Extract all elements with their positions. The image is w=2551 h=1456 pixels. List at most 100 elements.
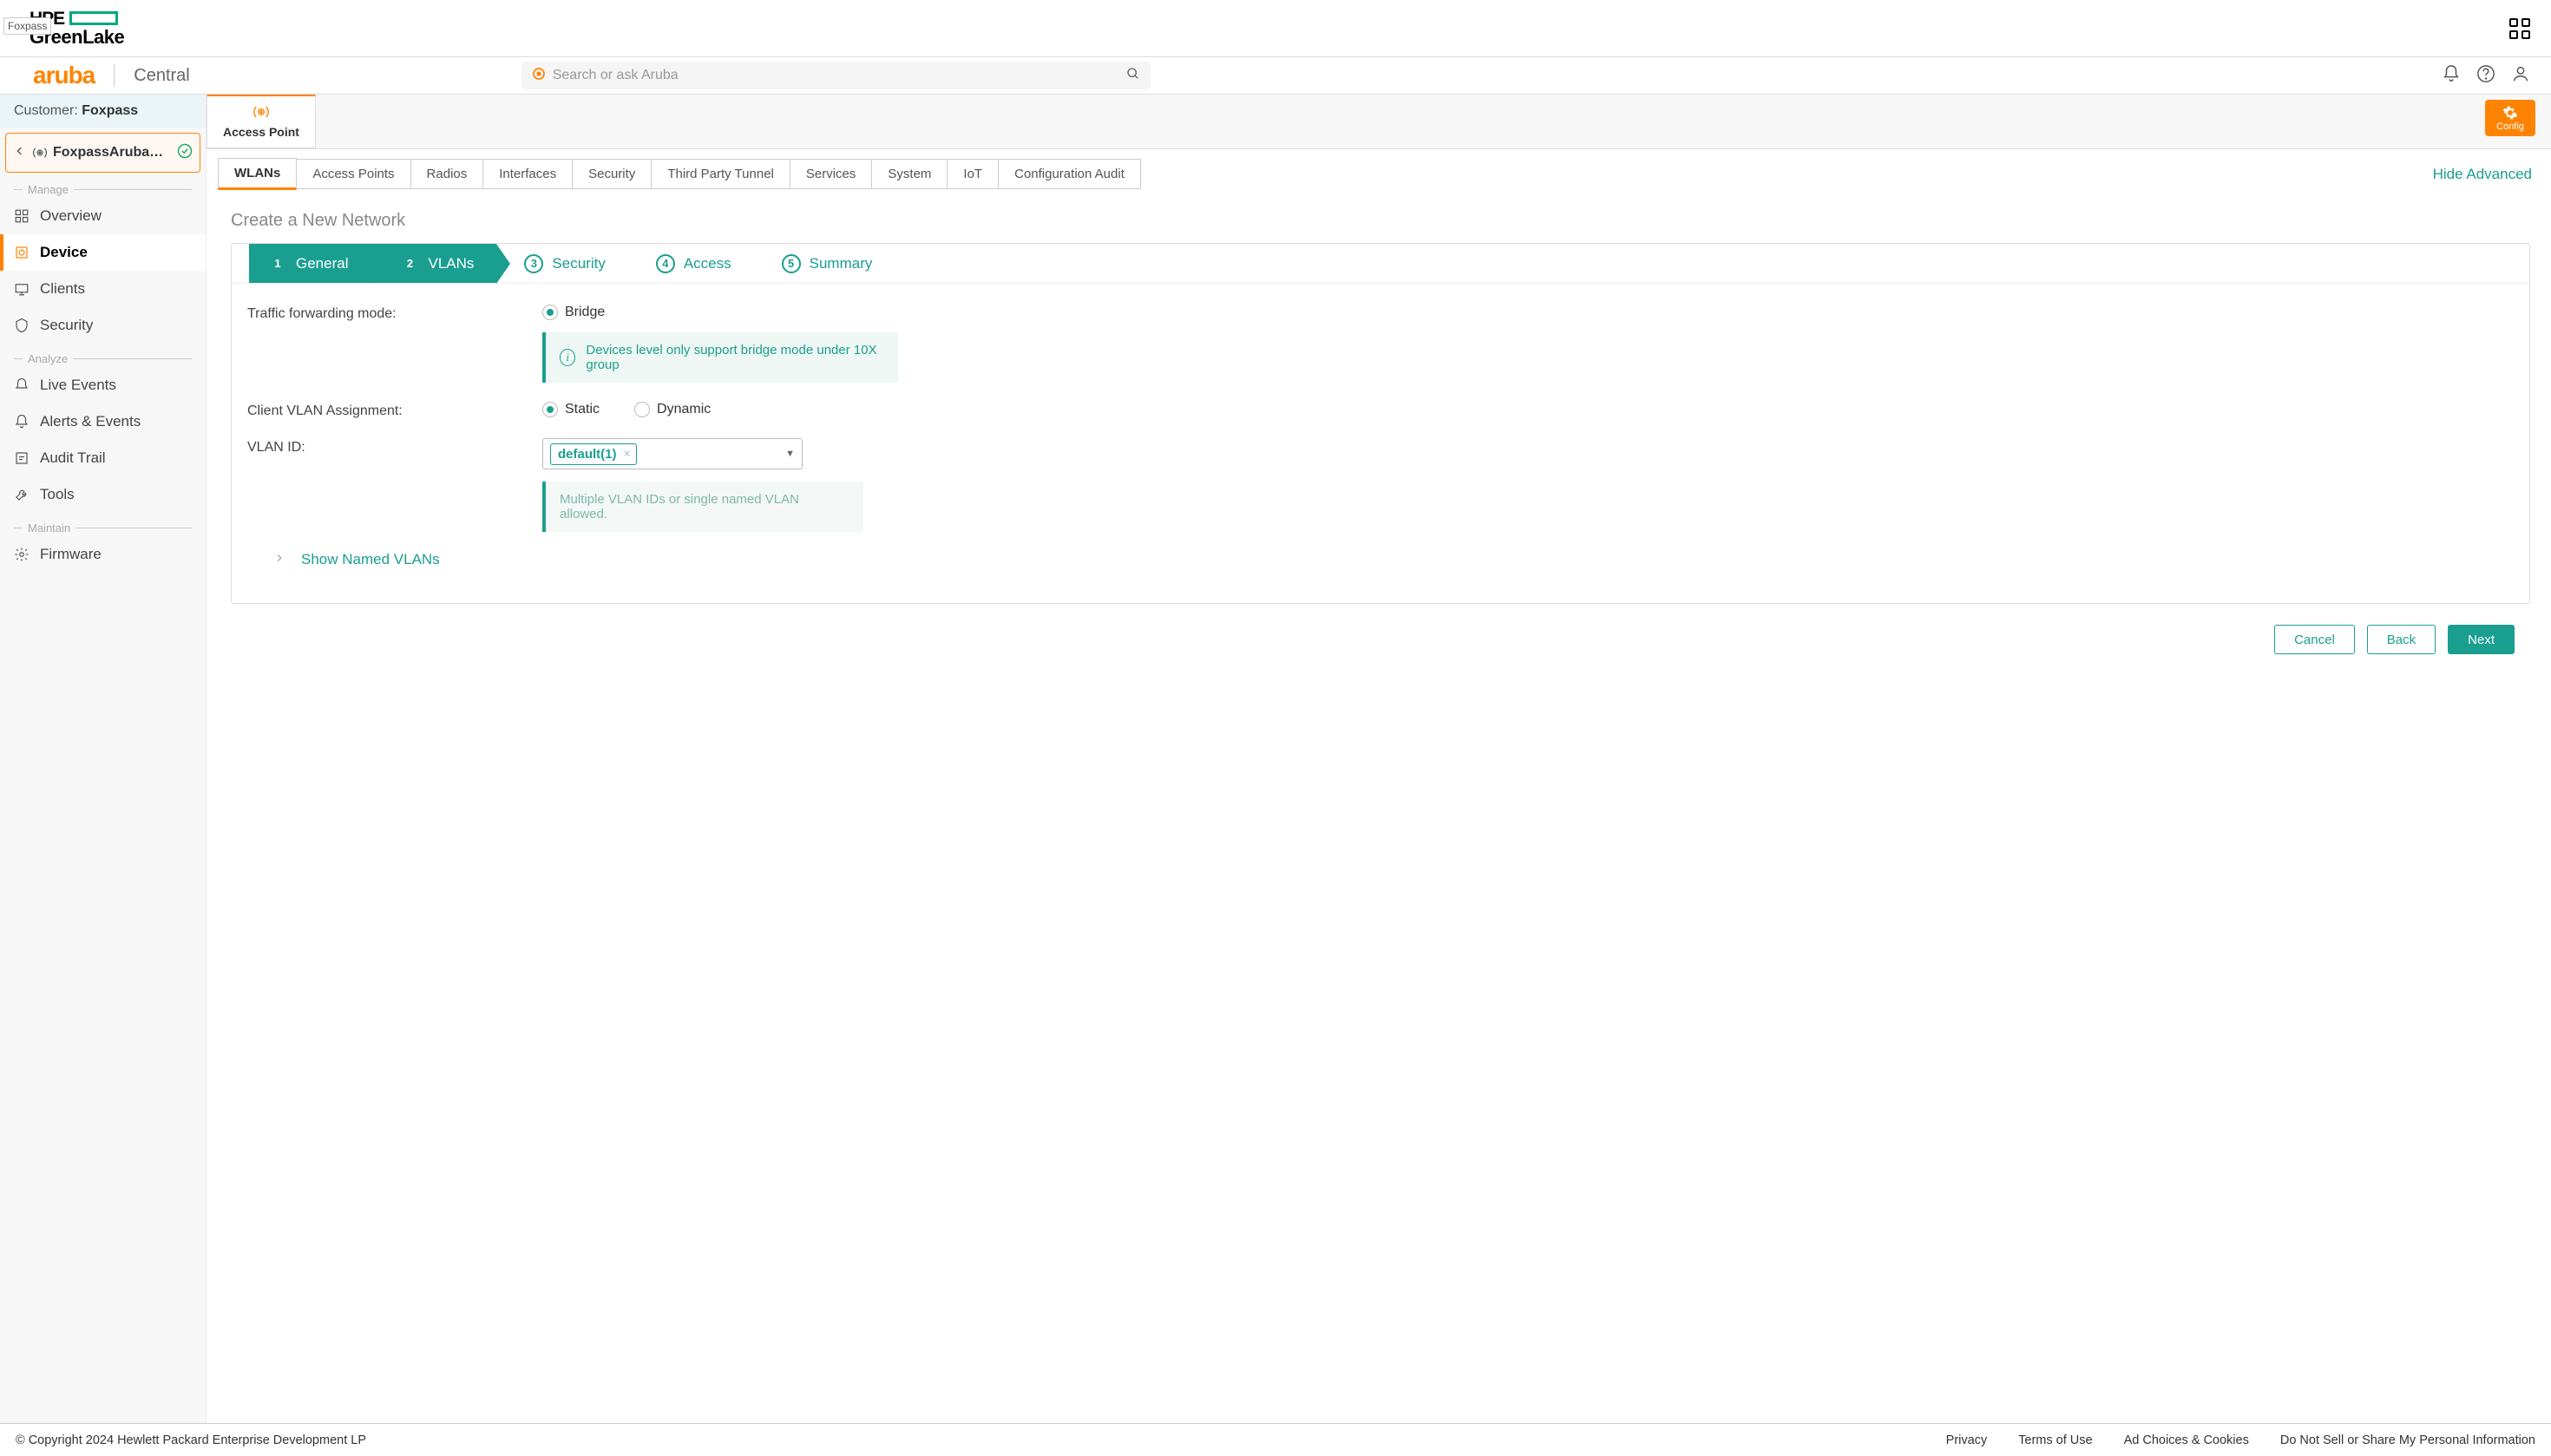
footer-link-privacy[interactable]: Privacy [1946,1433,1988,1447]
hpe-rect-icon [69,11,118,25]
group-analyze: Analyze [0,344,206,367]
aruba-search-icon [532,67,546,85]
info-text: Multiple VLAN IDs or single named VLAN a… [560,492,849,521]
wizard-buttons: Cancel Back Next [231,613,2530,670]
device-name: FoxpassArubaAP… [53,145,172,161]
radio-dynamic[interactable]: Dynamic [634,402,711,417]
tab-configuration-audit[interactable]: Configuration Audit [998,159,1141,189]
radio-label: Bridge [565,305,605,320]
group-manage: Manage [0,174,206,198]
sidebar-item-live-events[interactable]: Live Events [0,367,206,403]
customer-box[interactable]: Customer: Foxpass [0,95,206,128]
footer-link-terms[interactable]: Terms of Use [2018,1433,2092,1447]
step-label: Security [552,255,605,272]
sidebar-item-device[interactable]: Device [0,234,206,271]
step-access[interactable]: 4Access [628,244,754,283]
search-input[interactable] [553,68,1119,83]
config-label: Config [2496,121,2524,132]
vlan-id-select[interactable]: default(1) × ▼ [542,438,803,469]
step-label: General [296,255,348,272]
app-launcher-icon[interactable] [2509,18,2530,39]
info-bridge-mode: i Devices level only support bridge mode… [542,332,898,383]
content: Access Point Config WLANs Access Points … [207,95,2551,1423]
aruba-sep [114,64,115,87]
tab-radios[interactable]: Radios [410,159,484,189]
config-tabstrip: WLANs Access Points Radios Interfaces Se… [207,158,2551,190]
sidebar-item-label: Overview [40,207,102,225]
sidebar-item-overview[interactable]: Overview [0,198,206,234]
radio-static[interactable]: Static [542,402,600,417]
global-search[interactable] [521,62,1151,89]
customer-label: Customer: [14,103,82,118]
sidebar-item-label: Clients [40,280,85,298]
wizard: 1General 2VLANs 3Security 4Access 5Summa… [231,243,2530,604]
context-access-point-card[interactable]: Access Point [207,95,316,148]
radio-label: Dynamic [657,402,711,417]
ap-icon [32,145,48,161]
tab-iot[interactable]: IoT [947,159,999,189]
sidebar-item-label: Tools [40,486,75,503]
sidebar-item-alerts-events[interactable]: Alerts & Events [0,403,206,440]
hide-advanced-link[interactable]: Hide Advanced [2433,166,2539,183]
next-button[interactable]: Next [2448,625,2515,654]
tab-security[interactable]: Security [572,159,652,189]
sidebar-item-label: Device [40,244,88,261]
tab-services[interactable]: Services [790,159,873,189]
config-button[interactable]: Config [2485,100,2535,136]
search-icon[interactable] [1126,67,1140,85]
help-icon[interactable] [2476,64,2495,88]
step-summary[interactable]: 5Summary [754,244,895,283]
sidebar-item-label: Alerts & Events [40,413,141,430]
tenant-tag: Foxpass [3,17,51,35]
sidebar: Customer: Foxpass FoxpassArubaAP… Manage… [0,95,207,1423]
cancel-button[interactable]: Cancel [2274,625,2355,654]
tab-access-points[interactable]: Access Points [296,159,410,189]
step-label: Access [684,255,731,272]
step-general[interactable]: 1General [249,244,371,283]
step-vlans[interactable]: 2VLANs [371,244,496,283]
footer-link-donotsell[interactable]: Do Not Sell or Share My Personal Informa… [2280,1433,2535,1447]
sidebar-item-firmware[interactable]: Firmware [0,536,206,573]
chip-remove-icon[interactable]: × [624,447,631,460]
device-breadcrumb[interactable]: FoxpassArubaAP… [5,133,200,173]
radio-bridge[interactable]: Bridge [542,305,605,320]
sidebar-item-security[interactable]: Security [0,307,206,344]
info-icon: i [560,349,575,366]
footer-link-adchoices[interactable]: Ad Choices & Cookies [2124,1433,2249,1447]
chevron-down-icon[interactable]: ▼ [785,449,795,459]
back-button[interactable]: Back [2367,625,2436,654]
back-arrow-icon[interactable] [13,144,27,162]
group-maintain: Maintain [0,513,206,536]
vlan-chip[interactable]: default(1) × [550,443,637,465]
step-security[interactable]: 3Security [496,244,627,283]
tab-system[interactable]: System [871,159,948,189]
sidebar-item-tools[interactable]: Tools [0,476,206,513]
sidebar-item-label: Firmware [40,546,102,563]
tab-wlans[interactable]: WLANs [218,158,297,190]
tab-interfaces[interactable]: Interfaces [482,159,573,189]
sidebar-item-label: Audit Trail [40,449,106,467]
copyright: © Copyright 2024 Hewlett Packard Enterpr… [16,1433,366,1447]
aruba-logo[interactable]: aruba [33,62,95,89]
sidebar-item-label: Security [40,317,93,334]
aruba-product: Central [134,66,189,86]
status-ok-icon [177,143,193,163]
page-title: Create a New Network [231,211,2530,231]
step-label: Summary [810,255,873,272]
info-vlan-id: Multiple VLAN IDs or single named VLAN a… [542,482,863,532]
client-vlan-assignment-label: Client VLAN Assignment: [247,402,542,419]
sidebar-item-label: Live Events [40,377,116,394]
bell-icon[interactable] [2442,64,2461,88]
show-named-vlans[interactable]: Show Named VLANs [247,551,2514,568]
hpe-topbar: Foxpass HPE GreenLake [0,0,2551,57]
sidebar-item-audit-trail[interactable]: Audit Trail [0,440,206,476]
ap-icon [207,103,315,123]
show-named-label: Show Named VLANs [301,551,440,568]
step-label: VLANs [428,255,474,272]
footer: © Copyright 2024 Hewlett Packard Enterpr… [0,1423,2551,1456]
info-text: Devices level only support bridge mode u… [586,343,884,372]
vlan-id-label: VLAN ID: [247,438,542,456]
user-icon[interactable] [2511,64,2530,88]
sidebar-item-clients[interactable]: Clients [0,271,206,307]
tab-third-party-tunnel[interactable]: Third Party Tunnel [651,159,790,189]
